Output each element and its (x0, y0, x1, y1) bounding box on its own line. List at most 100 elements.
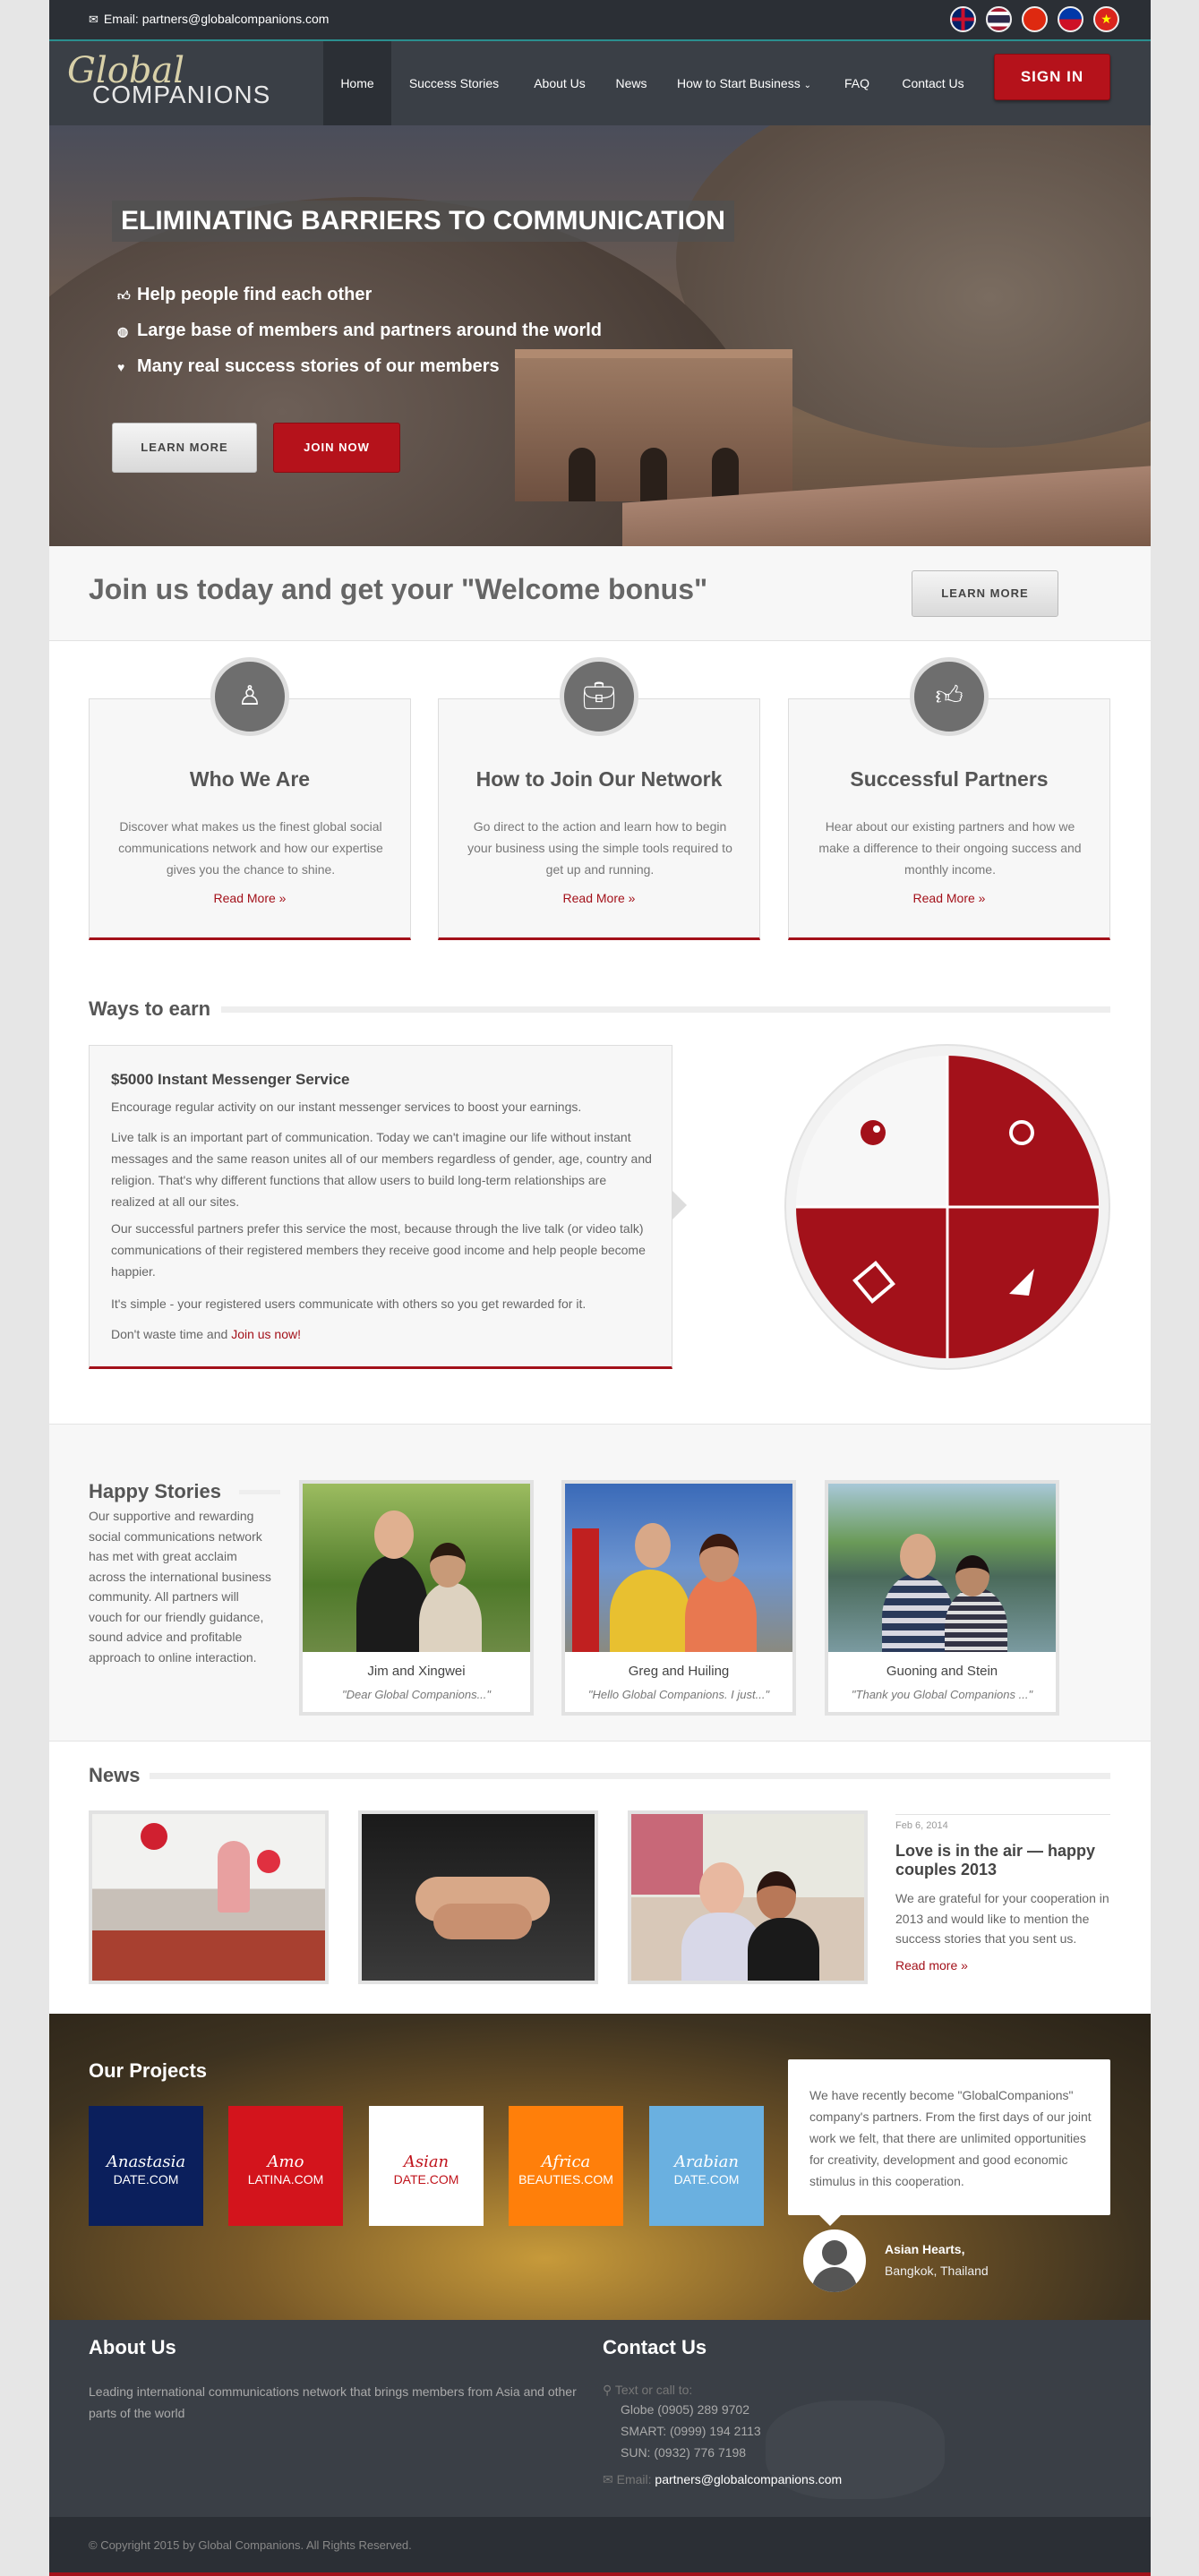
footer-phone-sun[interactable]: SUN: (0932) 776 7198 (621, 2442, 746, 2463)
footer-about-title: About Us (89, 2336, 176, 2358)
ways-pie-selector (784, 1044, 1110, 1370)
feature-read-more-link[interactable]: Read More » (439, 891, 759, 905)
footer-call-label: ⚲ Text or call to: (603, 2383, 693, 2397)
person-head (699, 1862, 744, 1916)
news-title: News (89, 1764, 141, 1786)
person-head (757, 1871, 796, 1920)
nav-success-stories[interactable]: Success Stories (391, 41, 517, 125)
story-quote: "Thank you Global Companions ..." (851, 1688, 1033, 1701)
pie-segment-chat[interactable] (947, 1056, 1099, 1207)
ways-paragraph: It's simple - your registered users comm… (111, 1297, 587, 1311)
heart-balloon (257, 1850, 280, 1873)
ways-box-title: $5000 Instant Messenger Service (111, 1071, 350, 1088)
flag-uk-icon[interactable] (950, 6, 976, 32)
feature-read-more-link[interactable]: Read More » (789, 891, 1109, 905)
page: ✉ Email: partners@globalcompanions.com ★ … (49, 0, 1151, 2576)
person-icon: ♙ (210, 657, 289, 736)
section-divider (150, 1773, 1110, 1779)
footer-phone-globe[interactable]: Globe (0905) 289 9702 (621, 2399, 749, 2420)
project-asian-date[interactable]: Asian DATE.COM (369, 2106, 484, 2226)
flag-vietnam-icon[interactable]: ★ (1093, 6, 1119, 32)
feature-read-more-link[interactable]: Read More » (90, 891, 410, 905)
hero-bullet-3: ♥ Many real success stories of our member… (117, 356, 500, 376)
ways-paragraph: Live talk is an important part of commun… (111, 1130, 652, 1209)
nav-how-to-start-business[interactable]: How to Start Business ⌄ (660, 41, 828, 125)
project-arabian-date[interactable]: Arabian DATE.COM (649, 2106, 764, 2226)
project-anastasia-date[interactable]: Anastasia DATE.COM (89, 2106, 203, 2226)
story-quote: "Hello Global Companions. I just..." (587, 1688, 770, 1701)
flag-thailand-icon[interactable] (986, 6, 1012, 32)
project-amo-latina[interactable]: Amo LATINA.COM (228, 2106, 343, 2226)
happy-stories-title: Happy Stories (89, 1480, 221, 1502)
welcome-title: Join us today and get your "Welcome bonu… (89, 573, 708, 605)
pie-segment-video[interactable] (796, 1207, 947, 1358)
nav-news[interactable]: News (603, 41, 660, 125)
map-marker-icon: ⚲ (603, 2383, 612, 2397)
thumbs-up-icon: 👍︎ (117, 288, 131, 303)
footer-email-link[interactable]: partners@globalcompanions.com (655, 2472, 842, 2486)
hero-bullet-1: 👍︎ Help people find each other (117, 285, 373, 304)
partner-testimonial: We have recently become "GlobalCompanion… (788, 2059, 1110, 2215)
person-body (748, 1918, 819, 1981)
story-card[interactable]: Greg and Huiling "Hello Global Companion… (561, 1480, 796, 1716)
logo-subtitle[interactable]: COMPANIONS (92, 81, 270, 109)
news-photo-couple[interactable] (628, 1810, 868, 1984)
feature-text: Discover what makes us the finest global… (118, 819, 383, 877)
messenger-icon (861, 1120, 886, 1145)
thumbs-up-icon: 👍︎ (910, 657, 989, 736)
story-quote: "Dear Global Companions..." (341, 1688, 492, 1701)
footer: About Us Leading international communica… (49, 2320, 1151, 2517)
heart-balloon (141, 1823, 167, 1850)
great-wall-tower (515, 349, 792, 501)
news-photo-hands[interactable] (358, 1810, 598, 1984)
nav-home[interactable]: Home (323, 41, 391, 125)
hero-learn-more-button[interactable]: LEARN MORE (112, 423, 257, 473)
testimonial-author: Asian Hearts, (885, 2242, 965, 2256)
welcome-learn-more-button[interactable]: LEARN MORE (912, 570, 1058, 617)
envelope-icon: ✉ (89, 13, 98, 26)
story-photo (828, 1484, 1056, 1652)
flag-china-icon[interactable] (1022, 6, 1048, 32)
story-card[interactable]: Jim and Xingwei "Dear Global Companions.… (299, 1480, 534, 1716)
projects-title: Our Projects (89, 2059, 208, 2082)
story-name: Guoning and Stein (886, 1664, 998, 1679)
ways-detail-box: $5000 Instant Messenger Service Encourag… (89, 1045, 672, 1369)
join-us-now-link[interactable]: Join us now! (231, 1327, 301, 1341)
testimonial-text: We have recently become "GlobalCompanion… (809, 2088, 1092, 2188)
ways-box-pointer (672, 1191, 687, 1220)
heart-icon: ♥ (117, 360, 125, 374)
joined-hands (433, 1904, 532, 1939)
footer-email: ✉ Email: partners@globalcompanions.com (603, 2472, 843, 2486)
sign-in-button[interactable]: SIGN IN (994, 54, 1110, 100)
news-headline[interactable]: Love is in the air — happy couples 2013 (895, 1842, 1110, 1879)
ways-to-earn-title: Ways to earn (89, 997, 211, 1020)
news-photo-valentine[interactable] (89, 1810, 329, 1984)
story-card[interactable]: Guoning and Stein "Thank you Global Comp… (825, 1480, 1059, 1716)
nav-about-us[interactable]: About Us (517, 41, 603, 125)
briefcase-icon: 💼︎ (560, 657, 638, 736)
section-divider (239, 1490, 280, 1494)
flowers (631, 1814, 703, 1895)
topbar-email[interactable]: ✉ Email: partners@globalcompanions.com (89, 12, 329, 27)
ways-paragraph: Encourage regular activity on our instan… (111, 1100, 582, 1114)
testimonial-pointer (819, 2215, 841, 2226)
section-divider (221, 1006, 1110, 1013)
avatar (803, 2229, 866, 2292)
story-photo (303, 1484, 530, 1652)
story-photo (565, 1484, 792, 1652)
hero-join-now-button[interactable]: JOIN NOW (273, 423, 400, 473)
welcome-bonus-section: Join us today and get your "Welcome bonu… (49, 546, 1151, 641)
footer-contact-title: Contact Us (603, 2336, 707, 2358)
news-read-more-link[interactable]: Read more » (895, 1958, 1110, 1973)
main-navbar: Global COMPANIONS Home Success Stories A… (49, 39, 1151, 125)
flag-philippines-icon[interactable] (1058, 6, 1083, 32)
happy-stories-text: Our supportive and rewarding social comm… (89, 1509, 271, 1665)
feature-title: Who We Are (189, 767, 311, 791)
nav-contact-us[interactable]: Contact Us (886, 41, 981, 125)
copyright-bar: © Copyright 2015 by Global Companions. A… (49, 2517, 1151, 2576)
project-africa-beauties[interactable]: Africa BEAUTIES.COM (509, 2106, 623, 2226)
nav-faq[interactable]: FAQ (828, 41, 886, 125)
news-text: We are grateful for your cooperation in … (895, 1891, 1109, 1946)
story-name: Greg and Huiling (628, 1664, 730, 1679)
footer-phone-smart[interactable]: SMART: (0999) 194 2113 (621, 2420, 761, 2442)
